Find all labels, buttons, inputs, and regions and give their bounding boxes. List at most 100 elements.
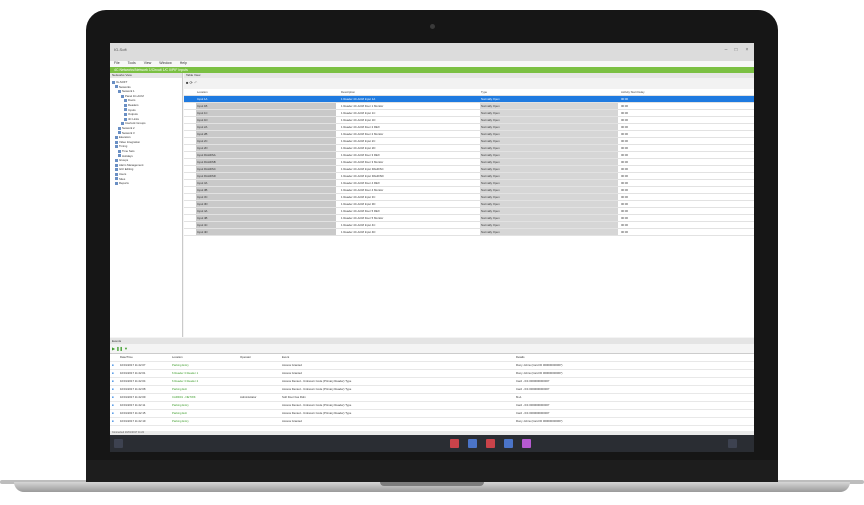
maximize-icon[interactable]: □: [732, 47, 740, 54]
cell-type[interactable]: Normally Open: [480, 208, 618, 214]
event-row[interactable]: ■ 10/01/2017 11:22:15 Parking Exit Access D…: [110, 410, 754, 418]
save-icon[interactable]: ■: [186, 80, 188, 85]
event-description: Access Denied - Unknown Code (Primary Re…: [282, 379, 352, 383]
tree-item[interactable]: Holidays: [118, 154, 133, 158]
app-icon-blue[interactable]: [468, 439, 477, 448]
event-row[interactable]: ■ 10/01/2017 11:22:04 6 Reader 3 Reader 2 A…: [110, 378, 754, 386]
col-delay-header[interactable]: Activity Start Delay: [620, 89, 754, 95]
tree-item[interactable]: Interlock Groups: [121, 121, 146, 125]
col-description-header[interactable]: Description: [340, 89, 478, 95]
tree-item[interactable]: Video Integration: [115, 140, 140, 144]
cell-type[interactable]: Normally Open: [480, 138, 618, 144]
cell-type[interactable]: Normally Open: [480, 215, 618, 221]
tree-item[interactable]: Timing: [115, 144, 127, 148]
menu-window[interactable]: Window: [159, 61, 171, 65]
tree-node-icon: [115, 135, 118, 139]
start-icon[interactable]: [114, 439, 123, 448]
cell-type[interactable]: Normally Open: [480, 110, 618, 116]
cell-type[interactable]: Normally Open: [480, 187, 618, 193]
minimize-icon[interactable]: –: [722, 47, 730, 54]
refresh-icon[interactable]: ⟳: [190, 80, 193, 85]
col-operator-header[interactable]: Operator: [240, 354, 280, 361]
tree-item[interactable]: Network 2: [118, 126, 135, 130]
tree-item[interactable]: Outputs: [124, 112, 138, 116]
event-description: Soft Door has Rdm: [282, 395, 306, 399]
tree-item-label: 4C Links: [128, 116, 139, 121]
cell-type[interactable]: Normally Open: [480, 173, 618, 179]
tree-item[interactable]: IG-SOFT: [112, 80, 127, 84]
tree-item[interactable]: Time Sets: [118, 149, 135, 153]
cell-type[interactable]: Normally Open: [480, 117, 618, 123]
tree-item-label: Reports: [119, 181, 129, 186]
cell-type[interactable]: Normally Open: [480, 166, 618, 172]
tree-item-label: Elevators: [119, 135, 131, 140]
pause-icon[interactable]: ❚❚: [116, 346, 123, 351]
col-details-header[interactable]: Details: [516, 354, 746, 361]
tree-item[interactable]: Network 3: [118, 131, 135, 135]
tree-item[interactable]: Networks: [115, 85, 131, 89]
event-row[interactable]: ■ 10/01/2017 11:22:01 6 Reader 3 Reader 1 A…: [110, 370, 754, 378]
filter-icon[interactable]: ▼: [124, 346, 128, 351]
col-type-header[interactable]: Type: [480, 89, 618, 95]
cell-type[interactable]: Normally Open: [480, 131, 618, 137]
menu-help[interactable]: Help: [180, 61, 187, 65]
tree-item-label: Sites: [119, 176, 126, 181]
cell-location: Input 2C: [196, 138, 336, 144]
cell-description: 1 Reader 4C-ACM Door 4 Monitor: [341, 188, 384, 192]
cell-type[interactable]: Normally Open: [480, 152, 618, 158]
event-row[interactable]: ■ 10/01/2017 11:22:07 Parking Entry Access …: [110, 362, 754, 370]
tree-item[interactable]: Sites: [115, 177, 125, 181]
cell-location: Input RAHDSC: [196, 166, 336, 172]
tree-item[interactable]: Alarm Management: [115, 163, 143, 167]
menu-tools[interactable]: Tools: [128, 61, 136, 65]
event-row[interactable]: ■ 10/01/2017 11:22:08 Parking Exit Access D…: [110, 386, 754, 394]
cell-type[interactable]: Normally Open: [480, 103, 618, 109]
tree-item[interactable]: 4C Links: [124, 117, 139, 121]
col-location-header[interactable]: Location: [196, 89, 336, 95]
cell-delay: 00:00: [621, 111, 628, 115]
col-datetime-header[interactable]: Date/Time: [120, 354, 170, 361]
clock-icon[interactable]: [728, 439, 737, 448]
event-details: Card - 0/4 0000000000007: [516, 379, 550, 383]
tree-item[interactable]: Panel 4C-ACM: [121, 94, 144, 98]
events-header: Date/Time Location Operator Event Detail…: [110, 354, 754, 362]
cell-type[interactable]: Normally Open: [480, 229, 618, 235]
events-panel-title: Events: [110, 338, 754, 344]
app-icon-purple[interactable]: [522, 439, 531, 448]
tree-item-label: Network 3: [122, 130, 135, 135]
tree-item[interactable]: GUI Editing: [115, 167, 133, 171]
tree-item[interactable]: Reports: [115, 181, 129, 185]
tree-item[interactable]: Readers: [124, 103, 139, 107]
col-event-header[interactable]: Event: [282, 354, 512, 361]
tree-item[interactable]: Inputs: [124, 108, 136, 112]
play-icon[interactable]: ▶: [112, 346, 115, 351]
cell-type[interactable]: Normally Open: [480, 159, 618, 165]
menu-file[interactable]: File: [114, 61, 120, 65]
cell-type[interactable]: Normally Open: [480, 124, 618, 130]
tree-item[interactable]: Elevators: [115, 135, 131, 139]
cell-type[interactable]: Normally Open: [480, 222, 618, 228]
tree-item[interactable]: Groups: [115, 158, 128, 162]
tree-item[interactable]: Network 1: [118, 89, 135, 93]
cell-type[interactable]: Normally Open: [480, 180, 618, 186]
app-icon-red[interactable]: [450, 439, 459, 448]
cell-type[interactable]: Normally Open: [480, 194, 618, 200]
tree-item-label: Timing: [119, 144, 128, 149]
cell-description: 1 Reader 4C-ACM Door 4 REX: [341, 181, 380, 185]
tree-item[interactable]: Doors: [124, 98, 135, 102]
undo-icon[interactable]: ↶: [194, 80, 197, 85]
event-row[interactable]: ■ 10/01/2017 11:22:09 CARD01 - NETWK Admini…: [110, 394, 754, 402]
cell-type[interactable]: Normally Open: [480, 96, 618, 102]
tree-item[interactable]: Users: [115, 172, 126, 176]
app-icon-red-2[interactable]: [486, 439, 495, 448]
cell-type[interactable]: Normally Open: [480, 201, 618, 207]
cell-type[interactable]: Normally Open: [480, 145, 618, 151]
menu-view[interactable]: View: [144, 61, 152, 65]
table-row[interactable]: Input 4D 1 Reader 4C-ACM Input 4D Normally…: [184, 229, 754, 237]
close-icon[interactable]: ×: [743, 47, 751, 54]
event-row[interactable]: ■ 10/01/2017 11:22:19 Parking Entry Access …: [110, 418, 754, 426]
cell-delay: 00:00: [621, 188, 628, 192]
app-icon-blue-2[interactable]: [504, 439, 513, 448]
event-row[interactable]: ■ 10/01/2017 11:22:11 Parking Entry Access …: [110, 402, 754, 410]
col-location-header[interactable]: Location: [172, 354, 238, 361]
